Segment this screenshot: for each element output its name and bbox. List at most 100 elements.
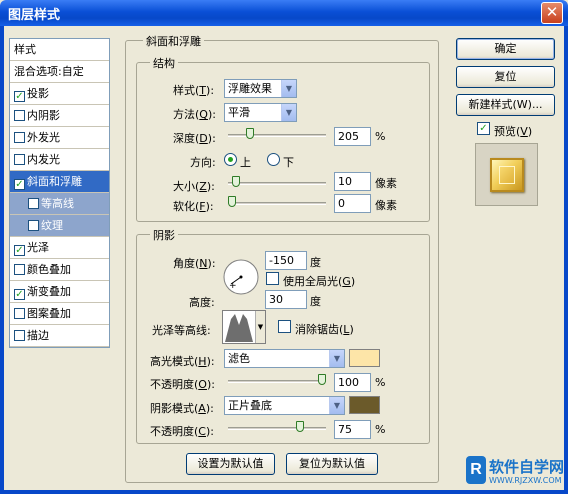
preview-label: 预览(V): [494, 125, 533, 138]
depth-slider[interactable]: [228, 134, 326, 137]
close-button[interactable]: ✕: [541, 2, 563, 24]
size-input[interactable]: 10: [334, 172, 371, 191]
altitude-label: 高度:: [189, 296, 215, 309]
technique-select-value: 平滑: [228, 106, 250, 119]
window-frame-bottom: [0, 490, 568, 494]
gloss-contour-picker[interactable]: ▼: [222, 310, 266, 344]
shadow-mode-value: 正片叠底: [228, 399, 272, 412]
style-list-item-label: 纹理: [41, 219, 63, 232]
highlight-opacity-slider[interactable]: [228, 380, 326, 383]
highlight-color-swatch[interactable]: [349, 349, 380, 367]
highlight-opacity-unit: %: [375, 376, 386, 389]
direction-up-label: 上: [240, 156, 251, 169]
shadow-opacity-unit: %: [375, 423, 386, 436]
style-checkbox[interactable]: [14, 154, 25, 165]
style-checkbox[interactable]: [14, 264, 25, 275]
direction-up-radio[interactable]: [224, 153, 237, 166]
chevron-down-icon: ▼: [329, 397, 344, 414]
depth-unit: %: [375, 130, 386, 143]
style-checkbox[interactable]: [14, 330, 25, 341]
anti-alias-label: 消除锯齿(L): [295, 323, 354, 336]
style-list-item[interactable]: 内阴影: [10, 105, 109, 127]
chevron-down-icon: ▼: [329, 350, 344, 367]
style-list-item-label: 图案叠加: [27, 307, 71, 320]
style-list-item-label: 渐变叠加: [27, 285, 71, 298]
svg-text:+: +: [229, 281, 237, 291]
style-select[interactable]: 浮雕效果 ▼: [224, 79, 297, 98]
highlight-opacity-label: 不透明度(O):: [150, 378, 215, 391]
highlight-opacity-input[interactable]: 100: [334, 373, 371, 392]
style-list-item[interactable]: 颜色叠加: [10, 259, 109, 281]
global-light-checkbox[interactable]: [266, 272, 279, 285]
style-checkbox[interactable]: [28, 198, 39, 209]
style-list-item[interactable]: 纹理: [10, 215, 109, 237]
global-light-label: 使用全局光(G): [283, 275, 356, 288]
style-checkbox[interactable]: ✓: [14, 91, 25, 102]
depth-input[interactable]: 205: [334, 127, 371, 146]
style-list-item[interactable]: 外发光: [10, 127, 109, 149]
shadow-color-swatch[interactable]: [349, 396, 380, 414]
style-list-item[interactable]: 混合选项:自定: [10, 61, 109, 83]
new-style-button[interactable]: 新建样式(W)...: [456, 94, 555, 116]
watermark-text: 软件自学网: [489, 458, 565, 476]
shadow-mode-select[interactable]: 正片叠底 ▼: [224, 396, 345, 415]
technique-select[interactable]: 平滑 ▼: [224, 103, 297, 122]
angle-dial[interactable]: +: [222, 258, 260, 296]
technique-label: 方法(Q):: [173, 108, 216, 121]
chevron-down-icon: ▼: [281, 80, 296, 97]
direction-down-radio[interactable]: [267, 153, 280, 166]
reset-default-button[interactable]: 复位为默认值: [286, 453, 378, 475]
shadow-opacity-slider[interactable]: [228, 427, 326, 430]
style-checkbox[interactable]: [14, 132, 25, 143]
highlight-mode-label: 高光模式(H):: [150, 355, 215, 368]
highlight-mode-select[interactable]: 滤色 ▼: [224, 349, 345, 368]
style-list-item[interactable]: ✓ 光泽: [10, 237, 109, 259]
style-checkbox[interactable]: ✓: [14, 289, 25, 300]
size-label: 大小(Z):: [173, 180, 215, 193]
style-checkbox[interactable]: ✓: [14, 179, 25, 190]
soften-slider[interactable]: [228, 202, 326, 205]
style-list-item-label: 描边: [27, 329, 49, 342]
style-list-item[interactable]: 描边: [10, 325, 109, 347]
style-list-item[interactable]: 等高线: [10, 193, 109, 215]
style-checkbox[interactable]: [28, 220, 39, 231]
title-bar[interactable]: [0, 0, 568, 26]
style-checkbox[interactable]: [14, 110, 25, 121]
angle-input[interactable]: -150: [265, 251, 307, 270]
shading-title: 阴影: [150, 227, 178, 243]
soften-slider-thumb[interactable]: [228, 196, 236, 207]
style-list-item[interactable]: ✓ 渐变叠加: [10, 281, 109, 303]
style-list-item-label: 等高线: [41, 197, 74, 210]
shadow-opacity-thumb[interactable]: [295, 421, 304, 432]
contour-preview-icon: [224, 312, 254, 342]
preview-checkbox[interactable]: ✓: [477, 122, 490, 135]
chevron-down-icon: ▼: [255, 311, 265, 343]
style-preview: [475, 143, 538, 206]
reset-button[interactable]: 复位: [456, 66, 555, 88]
style-list-item[interactable]: ✓ 投影: [10, 83, 109, 105]
altitude-input[interactable]: 30: [265, 290, 307, 309]
size-slider-thumb[interactable]: [231, 176, 240, 187]
highlight-opacity-thumb[interactable]: [318, 374, 326, 385]
styles-list-header[interactable]: 样式: [10, 39, 109, 61]
style-checkbox[interactable]: [14, 308, 25, 319]
shadow-opacity-input[interactable]: 75: [334, 420, 371, 439]
depth-label: 深度(D):: [173, 132, 216, 145]
highlight-mode-value: 滤色: [228, 352, 250, 365]
anti-alias-checkbox[interactable]: [278, 320, 291, 333]
direction-down-label: 下: [283, 156, 294, 169]
style-list-item[interactable]: ✓ 斜面和浮雕: [10, 171, 109, 193]
ok-button[interactable]: 确定: [456, 38, 555, 60]
style-list-item[interactable]: 图案叠加: [10, 303, 109, 325]
angle-label: 角度(N):: [173, 257, 216, 270]
watermark-logo: R: [466, 456, 486, 484]
soften-input[interactable]: 0: [334, 194, 371, 213]
preview-inner-bevel: [499, 166, 515, 184]
make-default-button[interactable]: 设置为默认值: [186, 453, 275, 475]
depth-slider-thumb[interactable]: [246, 128, 255, 139]
bevel-emboss-title: 斜面和浮雕: [143, 33, 204, 49]
style-list-item-label: 混合选项:自定: [14, 65, 84, 78]
style-list-item[interactable]: 内发光: [10, 149, 109, 171]
style-checkbox[interactable]: ✓: [14, 245, 25, 256]
size-slider[interactable]: [228, 182, 326, 185]
